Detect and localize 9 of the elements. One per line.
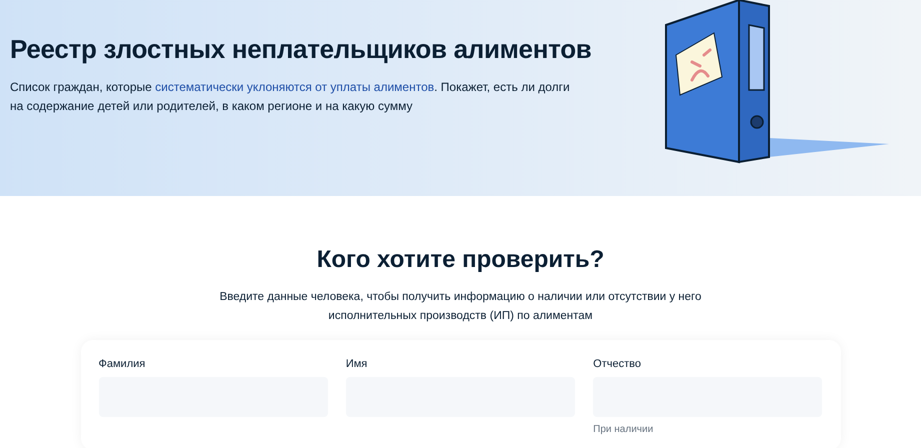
description-link[interactable]: систематически уклоняются от уплаты алиментов [155, 80, 434, 94]
field-label: Отчество [593, 357, 642, 372]
field-hint: При наличии [593, 422, 654, 436]
section-title: Кого хотите проверить? [316, 245, 604, 275]
description: Список граждан, которые систематически уклоняются от уплаты алиментов. Покажет, есть ли долги на содержание детей или родителей, в каком регионе и на какую сумму [10, 78, 571, 114]
section-subtitle: Введите данные человека, чтобы получить информацию о наличии или отсутствии у него исполнительных производств (ИП) по алиментам [218, 290, 702, 324]
field-label: Фамилия [98, 357, 146, 372]
field-label: Имя [346, 357, 368, 372]
page-title: Реестр злостных неплательщиков алиментов [10, 33, 592, 66]
